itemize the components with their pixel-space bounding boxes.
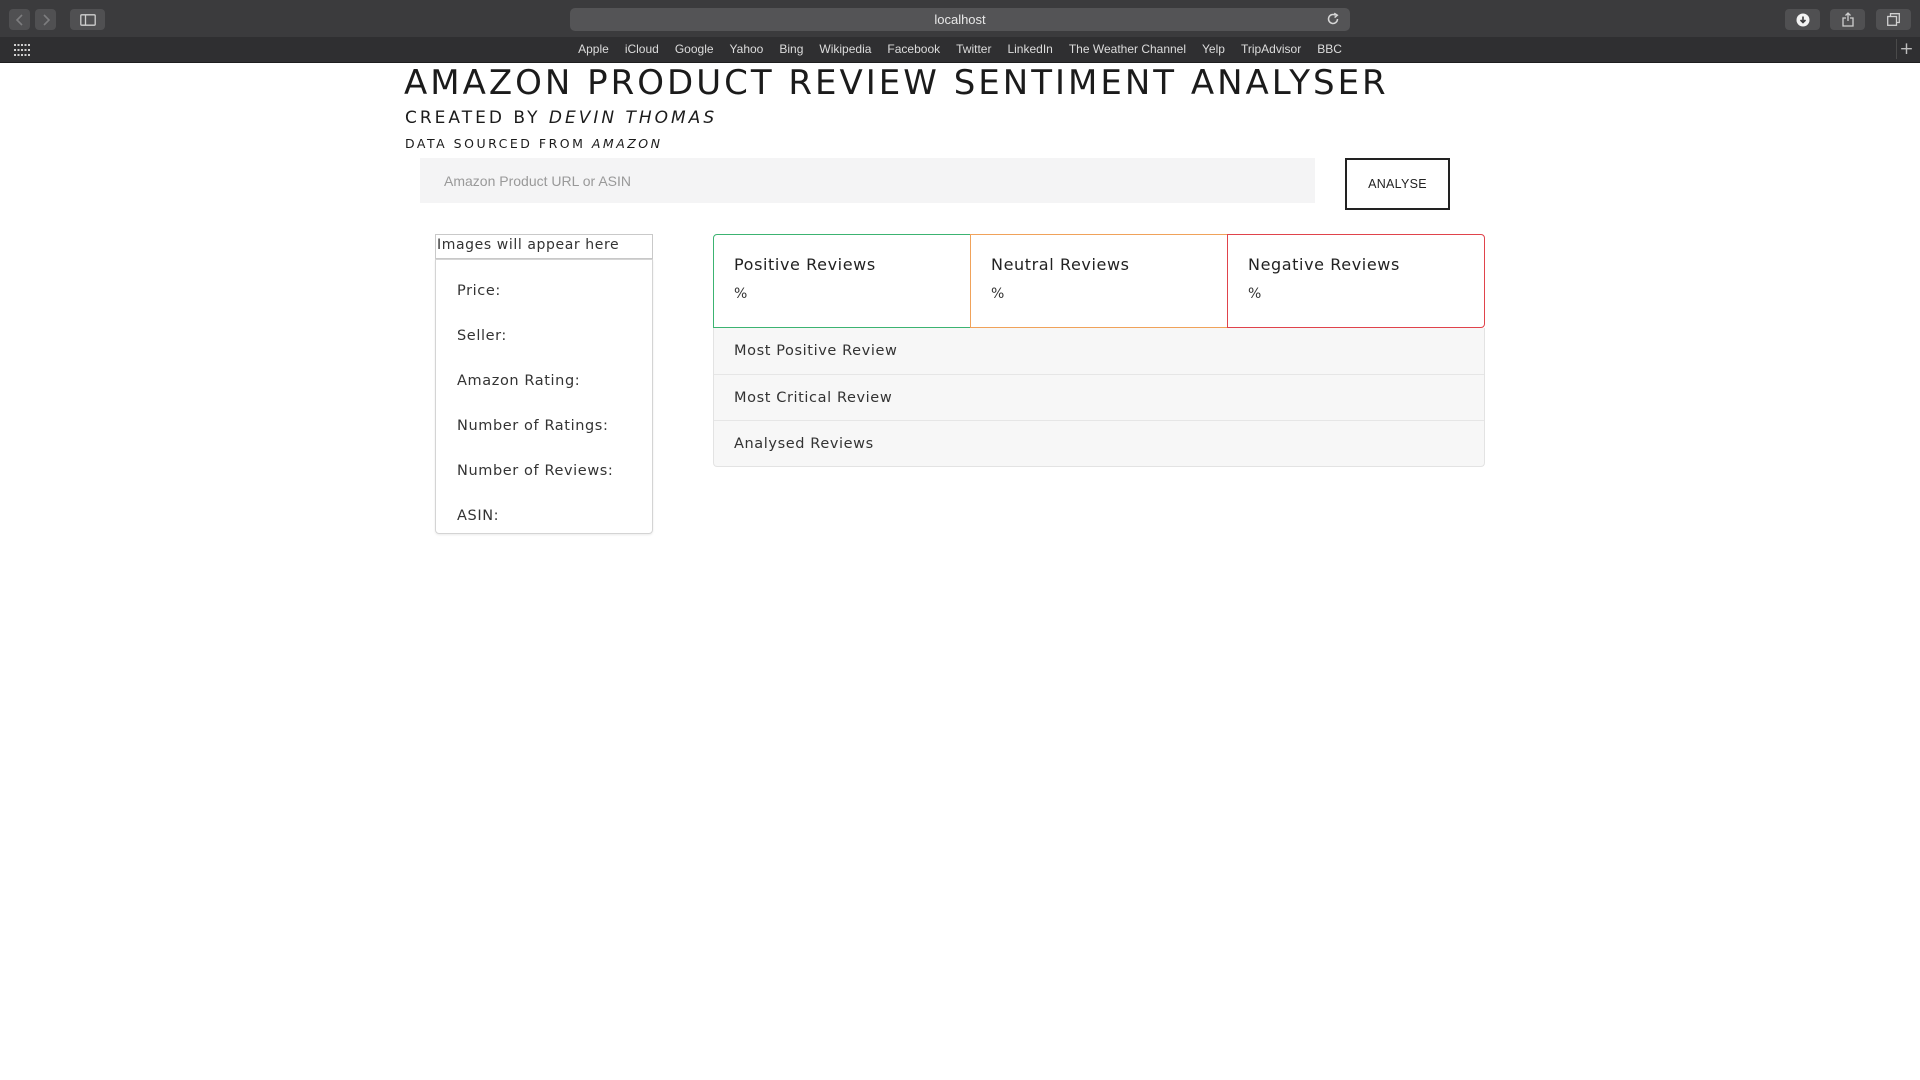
page-content: AMAZON PRODUCT REVIEW SENTIMENT ANALYSER… bbox=[0, 63, 1920, 1080]
author-name: DEVIN THOMAS bbox=[548, 108, 718, 128]
downloads-button[interactable] bbox=[1785, 9, 1820, 30]
data-source-line: DATA SOURCED FROM AMAZON bbox=[405, 136, 663, 151]
share-icon bbox=[1841, 12, 1854, 27]
favorite-bbc[interactable]: BBC bbox=[1309, 42, 1350, 56]
favorite-facebook[interactable]: Facebook bbox=[879, 42, 948, 56]
new-tab-icon[interactable]: + bbox=[1896, 39, 1916, 59]
analyse-button[interactable]: ANALYSE bbox=[1345, 158, 1450, 210]
amazon-rating-label: Amazon Rating: bbox=[457, 373, 581, 389]
negative-reviews-card: Negative Reviews % bbox=[1227, 234, 1485, 328]
neutral-reviews-card: Neutral Reviews % bbox=[970, 234, 1228, 328]
data-source-prefix: DATA SOURCED FROM bbox=[405, 136, 592, 151]
favorite-wikipedia[interactable]: Wikipedia bbox=[811, 42, 879, 56]
most-critical-review-toggle[interactable]: Most Critical Review bbox=[714, 374, 1484, 420]
product-info-card: Price: Seller: Amazon Rating: Number of … bbox=[435, 259, 653, 534]
chevron-left-icon bbox=[15, 13, 23, 26]
share-button[interactable] bbox=[1830, 9, 1865, 30]
favorite-weather-channel[interactable]: The Weather Channel bbox=[1061, 42, 1194, 56]
product-image-placeholder: Images will appear here bbox=[435, 234, 653, 259]
product-search-input[interactable]: Amazon Product URL or ASIN bbox=[420, 158, 1315, 203]
download-icon bbox=[1796, 13, 1809, 26]
back-button[interactable] bbox=[9, 9, 30, 30]
positive-reviews-title: Positive Reviews bbox=[734, 255, 876, 274]
positive-reviews-value: % bbox=[734, 286, 748, 302]
neutral-reviews-value: % bbox=[991, 286, 1005, 302]
page-title: AMAZON PRODUCT REVIEW SENTIMENT ANALYSER bbox=[404, 63, 1389, 103]
favorite-twitter[interactable]: Twitter bbox=[948, 42, 999, 56]
created-by-line: CREATED BY DEVIN THOMAS bbox=[405, 108, 717, 128]
review-sections-accordion: Most Positive Review Most Critical Revie… bbox=[713, 328, 1485, 467]
favorite-tripadvisor[interactable]: TripAdvisor bbox=[1233, 42, 1309, 56]
negative-reviews-value: % bbox=[1248, 286, 1262, 302]
tabs-icon bbox=[1887, 13, 1900, 26]
favorite-icloud[interactable]: iCloud bbox=[617, 42, 667, 56]
number-of-reviews-label: Number of Reviews: bbox=[457, 463, 614, 479]
favorite-bing[interactable]: Bing bbox=[771, 42, 811, 56]
analysed-reviews-toggle[interactable]: Analysed Reviews bbox=[714, 420, 1484, 466]
address-bar[interactable]: localhost bbox=[570, 8, 1350, 31]
asin-label: ASIN: bbox=[457, 508, 500, 524]
favorite-yahoo[interactable]: Yahoo bbox=[722, 42, 772, 56]
browser-toolbar: localhost bbox=[0, 0, 1920, 37]
data-source-name: AMAZON bbox=[591, 136, 663, 151]
favorite-google[interactable]: Google bbox=[667, 42, 722, 56]
positive-reviews-card: Positive Reviews % bbox=[713, 234, 971, 328]
favorite-yelp[interactable]: Yelp bbox=[1194, 42, 1233, 56]
negative-reviews-title: Negative Reviews bbox=[1248, 255, 1400, 274]
sidebar-toggle-button[interactable] bbox=[70, 9, 105, 30]
chevron-right-icon bbox=[42, 13, 50, 26]
favorite-linkedin[interactable]: LinkedIn bbox=[999, 42, 1060, 56]
tabs-overview-button[interactable] bbox=[1876, 9, 1911, 30]
neutral-reviews-title: Neutral Reviews bbox=[991, 255, 1130, 274]
reload-icon[interactable] bbox=[1326, 12, 1340, 26]
search-placeholder: Amazon Product URL or ASIN bbox=[444, 172, 632, 189]
favorites-bar: Apple iCloud Google Yahoo Bing Wikipedia… bbox=[0, 37, 1920, 63]
sidebar-icon bbox=[79, 13, 96, 26]
favorite-apple[interactable]: Apple bbox=[570, 42, 617, 56]
most-positive-review-toggle[interactable]: Most Positive Review bbox=[714, 328, 1484, 374]
favorites-list: Apple iCloud Google Yahoo Bing Wikipedia… bbox=[0, 42, 1920, 56]
price-label: Price: bbox=[457, 283, 501, 299]
created-by-prefix: CREATED BY bbox=[405, 108, 549, 128]
url-text: localhost bbox=[934, 12, 986, 27]
number-of-ratings-label: Number of Ratings: bbox=[457, 418, 609, 434]
forward-button[interactable] bbox=[35, 9, 56, 30]
seller-label: Seller: bbox=[457, 328, 507, 344]
